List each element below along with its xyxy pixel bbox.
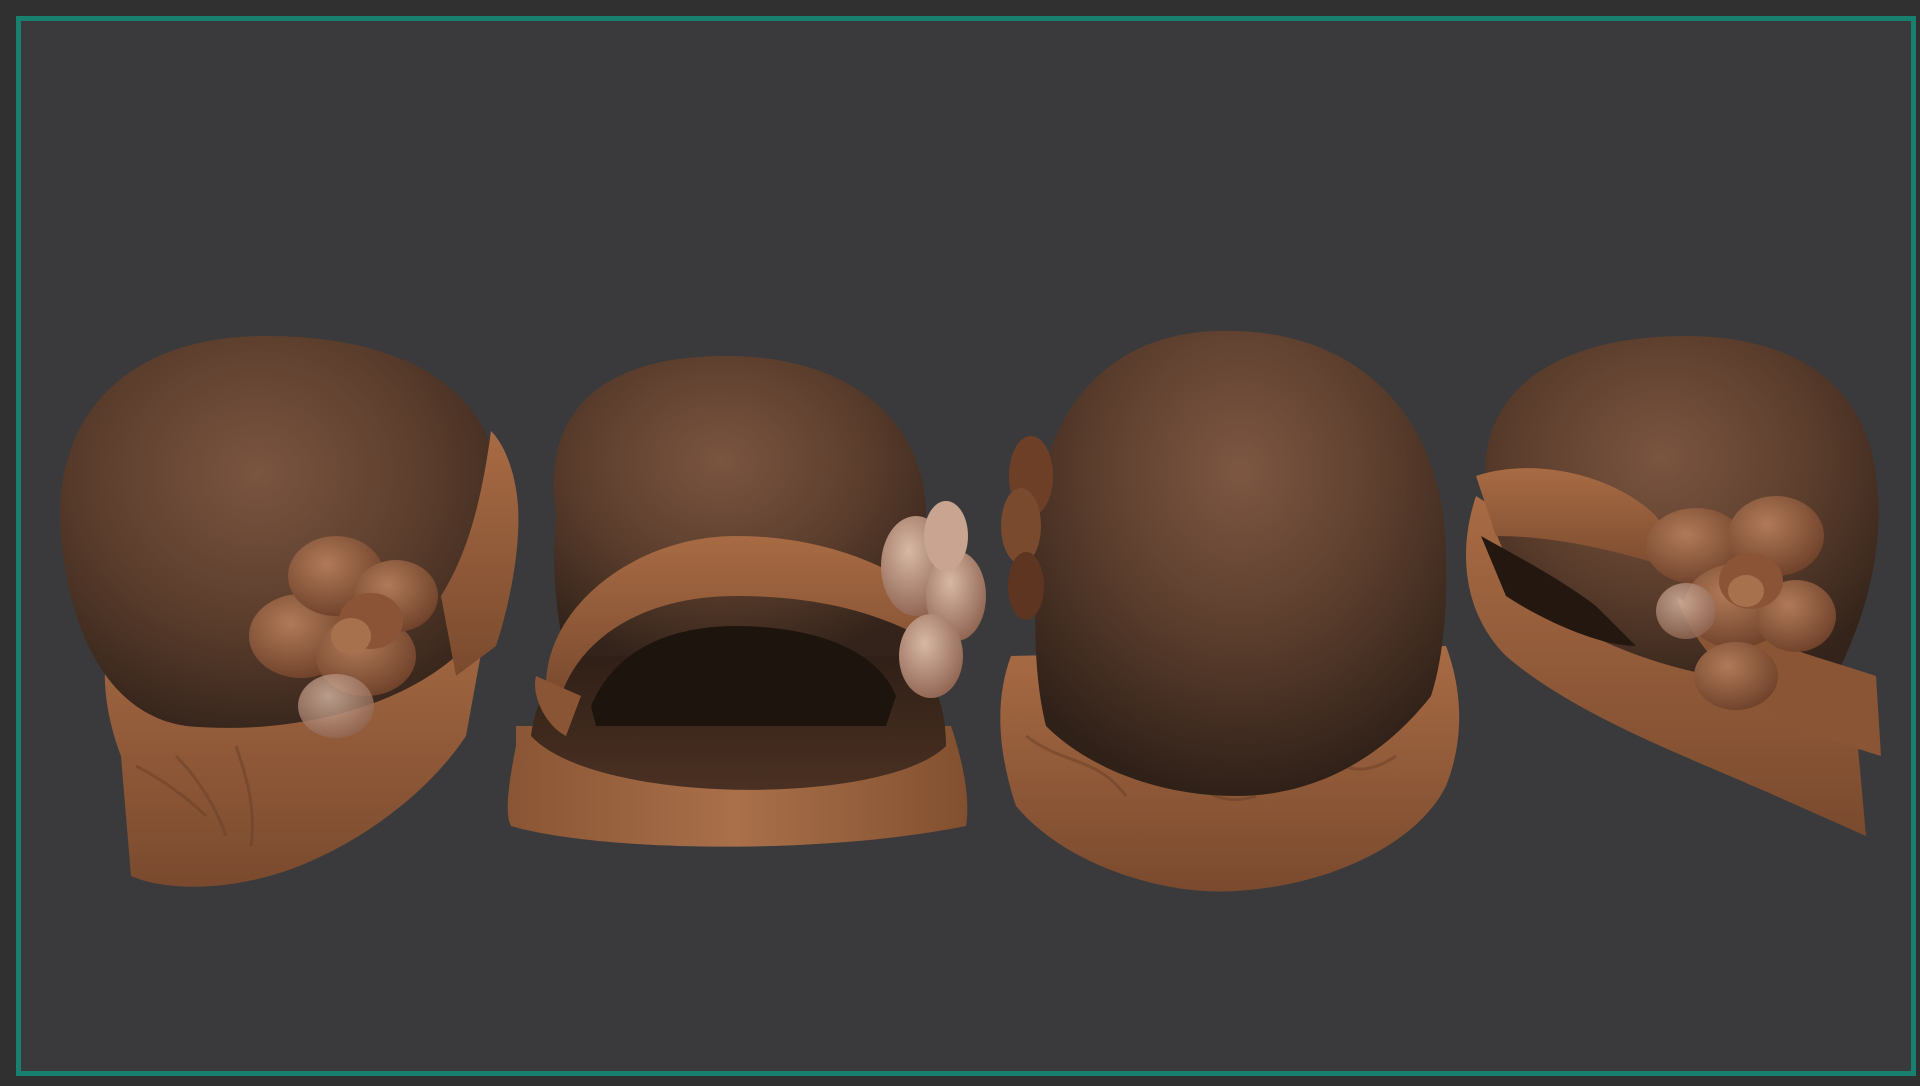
hat-render-svg: [60, 330, 1881, 892]
outer-frame: [0, 0, 1920, 1080]
render-stage: [36, 36, 1920, 1086]
hat-left-view: [60, 336, 519, 887]
viewport-border: [16, 16, 1916, 1076]
hat-back-view: [1000, 330, 1460, 892]
hat-front-view: [507, 356, 986, 847]
hat-right-view: [1466, 336, 1881, 836]
